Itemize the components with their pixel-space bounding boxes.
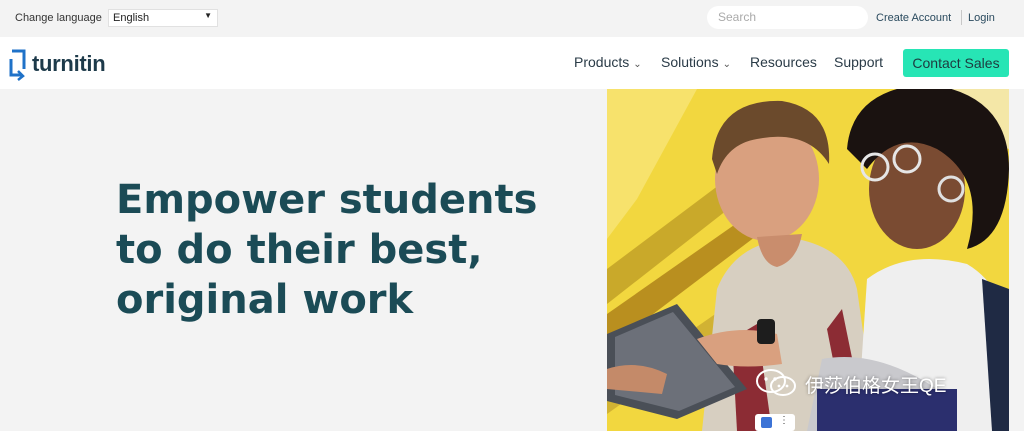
app-icon bbox=[761, 417, 772, 428]
turnitin-logo[interactable]: turnitin bbox=[8, 47, 118, 81]
language-label: Change language bbox=[15, 12, 102, 24]
headline-line-3: original work bbox=[116, 277, 414, 323]
nav-resources-label: Resources bbox=[750, 54, 817, 70]
utility-bar: Change language English ▼ Search Create … bbox=[0, 0, 1024, 37]
headline-line-2: to do their best, bbox=[116, 227, 483, 273]
login-link[interactable]: Login bbox=[968, 12, 995, 24]
language-select[interactable]: English ▼ bbox=[108, 9, 218, 27]
link-divider bbox=[961, 10, 962, 25]
search-input[interactable]: Search bbox=[707, 6, 868, 29]
turnitin-logo-icon bbox=[9, 49, 26, 81]
nav-support-label: Support bbox=[834, 54, 884, 70]
drag-handle-icon[interactable]: ⋮ bbox=[779, 415, 789, 426]
watermark-text: 伊莎伯格女王QE bbox=[805, 376, 947, 397]
hero-headline: Empower students to do their best, origi… bbox=[116, 175, 586, 325]
brand-name: turnitin bbox=[32, 51, 106, 76]
nav-solutions[interactable]: Solutions ⌄ bbox=[661, 54, 731, 70]
nav-products[interactable]: Products ⌄ bbox=[574, 54, 642, 70]
headline-line-1: Empower students bbox=[116, 177, 538, 223]
contact-sales-button[interactable]: Contact Sales bbox=[903, 49, 1009, 77]
language-value: English bbox=[113, 12, 150, 24]
chevron-down-icon: ⌄ bbox=[722, 59, 731, 70]
create-account-link[interactable]: Create Account bbox=[876, 12, 951, 24]
wechat-icon bbox=[756, 369, 796, 396]
nav-solutions-label: Solutions bbox=[661, 54, 719, 70]
caret-down-icon: ▼ bbox=[204, 11, 212, 20]
chevron-down-icon: ⌄ bbox=[633, 59, 642, 70]
floating-toolbar-widget[interactable]: ⋮ bbox=[755, 414, 795, 431]
nav-support[interactable]: Support bbox=[834, 54, 883, 70]
search-placeholder: Search bbox=[718, 10, 757, 24]
nav-resources[interactable]: Resources bbox=[750, 54, 817, 70]
main-nav: turnitin Products ⌄ Solutions ⌄ Resources … bbox=[0, 37, 1024, 89]
nav-products-label: Products bbox=[574, 54, 630, 70]
